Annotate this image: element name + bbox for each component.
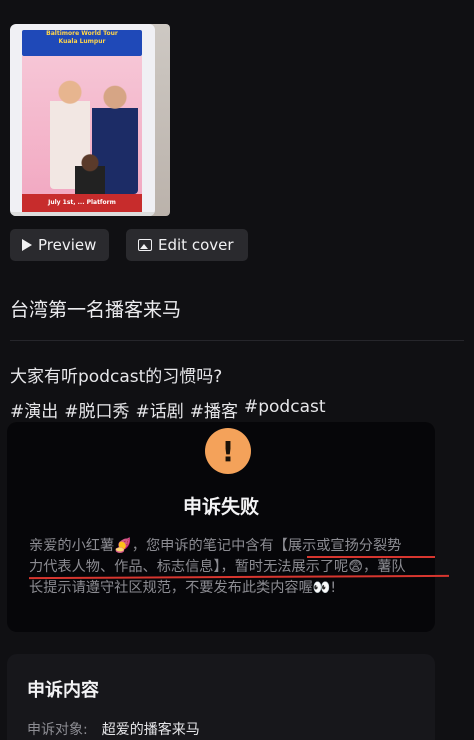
page: Baltimore World Tour Kuala Lumpur July 1… (0, 0, 474, 740)
poster-bottom-ribbon: July 1st, ... Platform (22, 194, 142, 212)
post-body[interactable]: 大家有听podcast的习惯吗? (10, 362, 222, 387)
preview-button[interactable]: Preview (10, 229, 109, 261)
image-icon (138, 239, 152, 251)
divider (10, 340, 464, 341)
appeal-failed-dialog: ! 申诉失败 亲爱的小红薯🍠，您申诉的笔记中含有【展示或宣扬分裂势力代表人物、作… (7, 422, 450, 632)
play-icon (22, 239, 32, 251)
tag[interactable]: #话剧 (136, 397, 184, 422)
edit-cover-label: Edit cover (158, 236, 234, 254)
cover-image[interactable]: Baltimore World Tour Kuala Lumpur July 1… (10, 24, 155, 216)
poster-banner: Baltimore World Tour Kuala Lumpur (22, 30, 142, 56)
appeal-object-row: 申诉对象: 超爱的播客来马 (27, 719, 200, 739)
appeal-title: 申诉内容 (27, 680, 99, 701)
poster-text-city: Kuala Lumpur (58, 38, 106, 45)
tag[interactable]: #演出 (10, 397, 58, 422)
dialog-title: 申诉失败 (182, 496, 259, 518)
appeal-object-value: 超爱的播客来马 (101, 722, 200, 738)
warning-icon: ! (205, 428, 251, 474)
tag-list: #演出 #脱口秀 #话剧 #播客 #podcast (10, 397, 326, 422)
poster-base (10, 212, 155, 216)
tag[interactable]: #podcast (244, 397, 326, 422)
poster-text-top: Baltimore World Tour (46, 30, 118, 37)
preview-label: Preview (38, 236, 97, 254)
post-title[interactable]: 台湾第一名播客来马 (10, 295, 181, 322)
highlight-underline (307, 556, 435, 558)
appeal-content-card: 申诉内容 申诉对象: 超爱的播客来马 (7, 654, 435, 740)
edit-cover-button[interactable]: Edit cover (126, 229, 248, 261)
tag[interactable]: #播客 (190, 397, 238, 422)
tag[interactable]: #脱口秀 (64, 397, 129, 422)
dialog-message: 亲爱的小红薯🍠，您申诉的笔记中含有【展示或宣扬分裂势力代表人物、作品、标志信息】… (29, 538, 406, 596)
poster-text-bottom: July 1st, ... Platform (48, 199, 116, 206)
appeal-object-label: 申诉对象: (27, 722, 88, 738)
